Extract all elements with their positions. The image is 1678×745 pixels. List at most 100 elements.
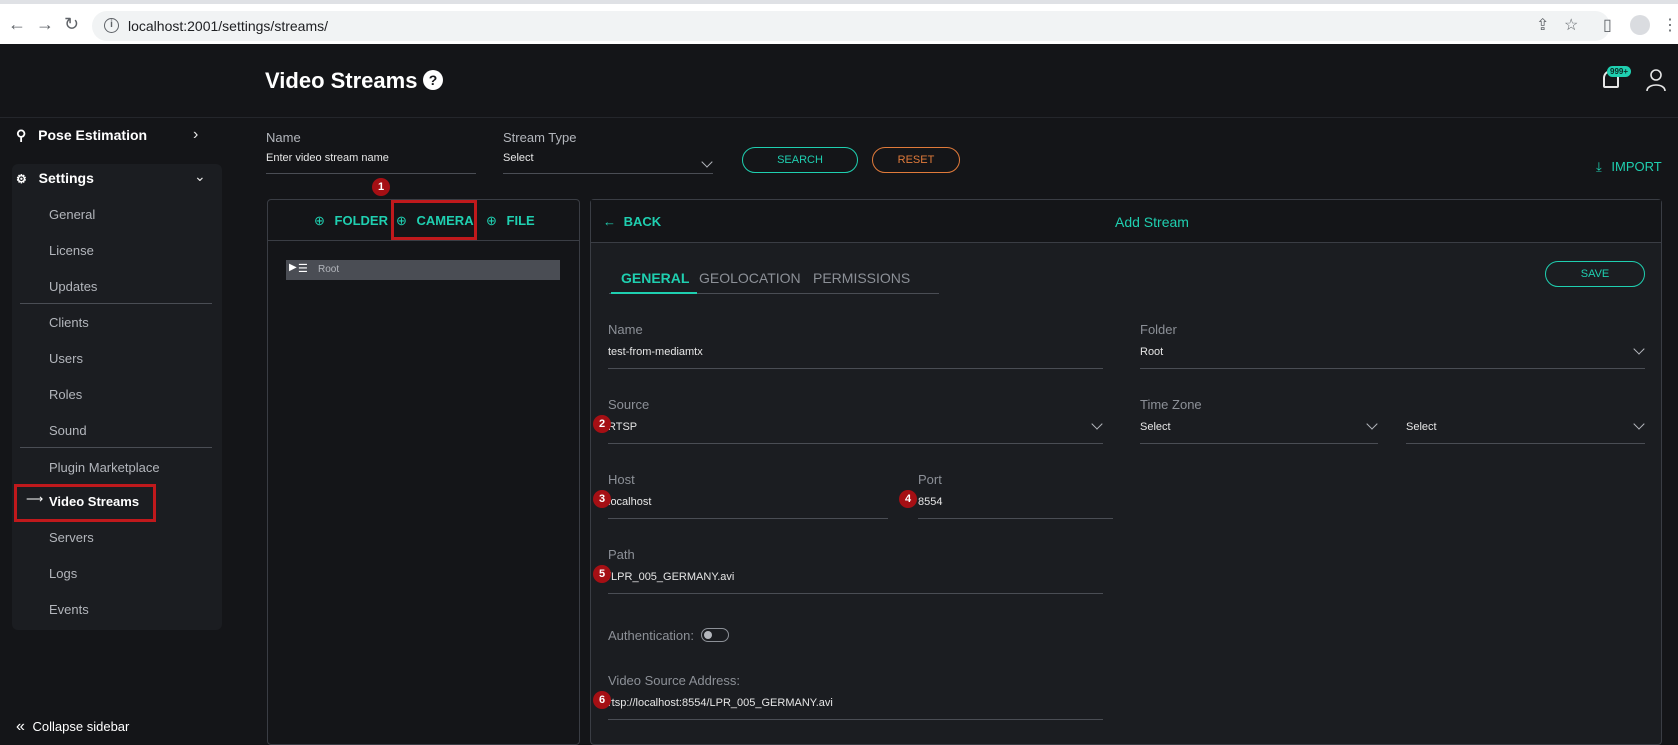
path-field[interactable]: /LPR_005_GERMANY.avi (608, 564, 1103, 594)
sidebar-item-roles[interactable]: Roles (49, 387, 82, 402)
address-bar[interactable]: i localhost:2001/settings/streams/ (92, 11, 1610, 41)
forward-arrow-icon[interactable]: → (36, 14, 54, 35)
port-label: Port (918, 472, 942, 487)
sidebar-item-label: Pose Estimation (38, 127, 148, 143)
back-button[interactable]: ← BACK (603, 214, 661, 229)
add-stream-title: Add Stream (1115, 214, 1189, 230)
site-info-icon[interactable]: i (104, 18, 119, 33)
active-tab-indicator (611, 292, 697, 294)
host-label: Host (608, 472, 635, 487)
app-root: Video Streams ? 999+ ⚲ Pose Estimation ›… (0, 44, 1678, 745)
plus-circle-icon: ⊕ (314, 213, 325, 228)
name-field[interactable]: test-from-mediamtx (608, 339, 1103, 369)
gear-icon: ⚙ (16, 172, 27, 186)
reload-icon[interactable]: ↻ (64, 14, 79, 35)
time-zone-region-value: Select (1140, 421, 1171, 433)
tab-geolocation[interactable]: GEOLOCATION (699, 270, 801, 286)
reset-button[interactable]: RESET (872, 147, 960, 173)
user-account-icon[interactable] (1645, 68, 1667, 92)
stream-tree-panel: ⊕ FOLDER ⊕ CAMERA ⊕ FILE ▶ ☰ Root (267, 199, 580, 745)
browser-menu-icon[interactable]: ⋮ (1662, 15, 1678, 35)
authentication-toggle[interactable] (701, 628, 729, 642)
tab-general[interactable]: GENERAL (621, 270, 689, 286)
source-value: RTSP (608, 421, 638, 433)
search-button[interactable]: SEARCH (742, 147, 858, 173)
add-folder-button[interactable]: ⊕ FOLDER (314, 213, 388, 229)
add-file-button[interactable]: ⊕ FILE (486, 213, 535, 229)
add-file-label: FILE (506, 213, 535, 228)
tree-node-root[interactable]: ▶ ☰ Root (286, 260, 560, 280)
folder-select[interactable]: Root (1140, 339, 1645, 369)
step-marker: 6 (593, 691, 611, 709)
sidebar-item-pose-estimation[interactable]: ⚲ Pose Estimation (16, 127, 147, 144)
tab-permissions[interactable]: PERMISSIONS (813, 270, 910, 286)
sidebar-item-general[interactable]: General (49, 207, 95, 222)
chevron-down-icon (1091, 418, 1103, 430)
step-marker: 5 (593, 565, 611, 583)
sidebar-item-sound[interactable]: Sound (49, 423, 87, 438)
import-button[interactable]: ⤓ IMPORT (1596, 159, 1662, 175)
step-marker: 4 (899, 490, 917, 508)
side-panel-icon[interactable]: ▯ (1603, 15, 1612, 35)
page-title: Video Streams (265, 68, 418, 93)
save-button[interactable]: SAVE (1545, 261, 1645, 287)
camera-button-highlight (391, 200, 477, 240)
download-icon: ⤓ (1596, 159, 1602, 174)
host-field[interactable]: localhost (608, 489, 888, 519)
profile-avatar-icon[interactable] (1630, 15, 1650, 35)
sidebar-item-plugin-marketplace[interactable]: Plugin Marketplace (49, 460, 160, 475)
sidebar-divider (20, 303, 212, 304)
collapse-sidebar-label: Collapse sidebar (32, 719, 130, 734)
expand-triangle-icon[interactable]: ▶ (289, 262, 297, 273)
url-text[interactable]: localhost:2001/settings/streams/ (128, 18, 328, 34)
import-label: IMPORT (1611, 159, 1662, 174)
name-label: Name (608, 322, 643, 337)
sidebar-item-events[interactable]: Events (49, 602, 89, 617)
video-source-address-field[interactable]: rtsp://localhost:8554/LPR_005_GERMANY.av… (608, 690, 1103, 720)
chevron-down-icon[interactable]: ⌄ (194, 168, 206, 185)
sidebar-item-clients[interactable]: Clients (49, 315, 89, 330)
sidebar-item-servers[interactable]: Servers (49, 530, 94, 545)
settings-submenu: ⚙ Settings ⌄ (12, 164, 222, 630)
stream-type-select[interactable]: Select (503, 152, 713, 174)
tree-actions: ⊕ FOLDER ⊕ CAMERA ⊕ FILE (268, 200, 579, 241)
app-header: Video Streams ? 999+ (0, 44, 1678, 118)
time-zone-city-select[interactable]: Select (1406, 414, 1645, 444)
source-select[interactable]: RTSP (608, 414, 1103, 444)
port-field[interactable]: 8554 (918, 489, 1113, 519)
add-stream-panel: ← BACK Add Stream GENERAL GEOLOCATION PE… (590, 199, 1662, 745)
source-label: Source (608, 397, 650, 412)
time-zone-city-value: Select (1406, 421, 1437, 433)
arrow-left-icon: ← (603, 214, 616, 229)
plus-circle-icon: ⊕ (486, 213, 497, 228)
server-icon: ☰ (298, 263, 308, 275)
path-label: Path (608, 547, 635, 562)
pose-estimation-icon: ⚲ (16, 127, 27, 143)
folder-label: Folder (1140, 322, 1177, 337)
sidebar-item-users[interactable]: Users (49, 351, 83, 366)
time-zone-region-select[interactable]: Select (1140, 414, 1378, 444)
sidebar-item-updates[interactable]: Updates (49, 279, 97, 294)
back-arrow-icon[interactable]: ← (8, 14, 26, 35)
folder-value: Root (1140, 346, 1164, 358)
name-filter-label: Name (266, 130, 301, 145)
sidebar-item-video-streams[interactable]: Video Streams (49, 494, 139, 509)
stream-type-label: Stream Type (503, 130, 577, 145)
chevron-down-icon (1366, 418, 1378, 430)
share-icon[interactable]: ⇪ (1536, 15, 1549, 35)
step-marker: 1 (372, 178, 390, 196)
sidebar-item-logs[interactable]: Logs (49, 566, 77, 581)
back-label: BACK (623, 214, 662, 229)
stream-type-value: Select (503, 152, 534, 164)
step-marker: 3 (593, 490, 611, 508)
sidebar-divider (20, 447, 212, 448)
sidebar-item-license[interactable]: License (49, 243, 94, 258)
sidebar-item-settings[interactable]: ⚙ Settings (16, 170, 94, 186)
bookmark-star-icon[interactable]: ☆ (1564, 15, 1578, 35)
collapse-sidebar-button[interactable]: « Collapse sidebar (16, 718, 129, 736)
name-filter-input[interactable]: Enter video stream name (266, 152, 476, 174)
chevron-down-icon (1633, 343, 1645, 355)
tree-node-label: Root (318, 264, 340, 275)
help-icon[interactable]: ? (423, 70, 443, 90)
chevron-right-icon[interactable]: › (193, 126, 198, 144)
